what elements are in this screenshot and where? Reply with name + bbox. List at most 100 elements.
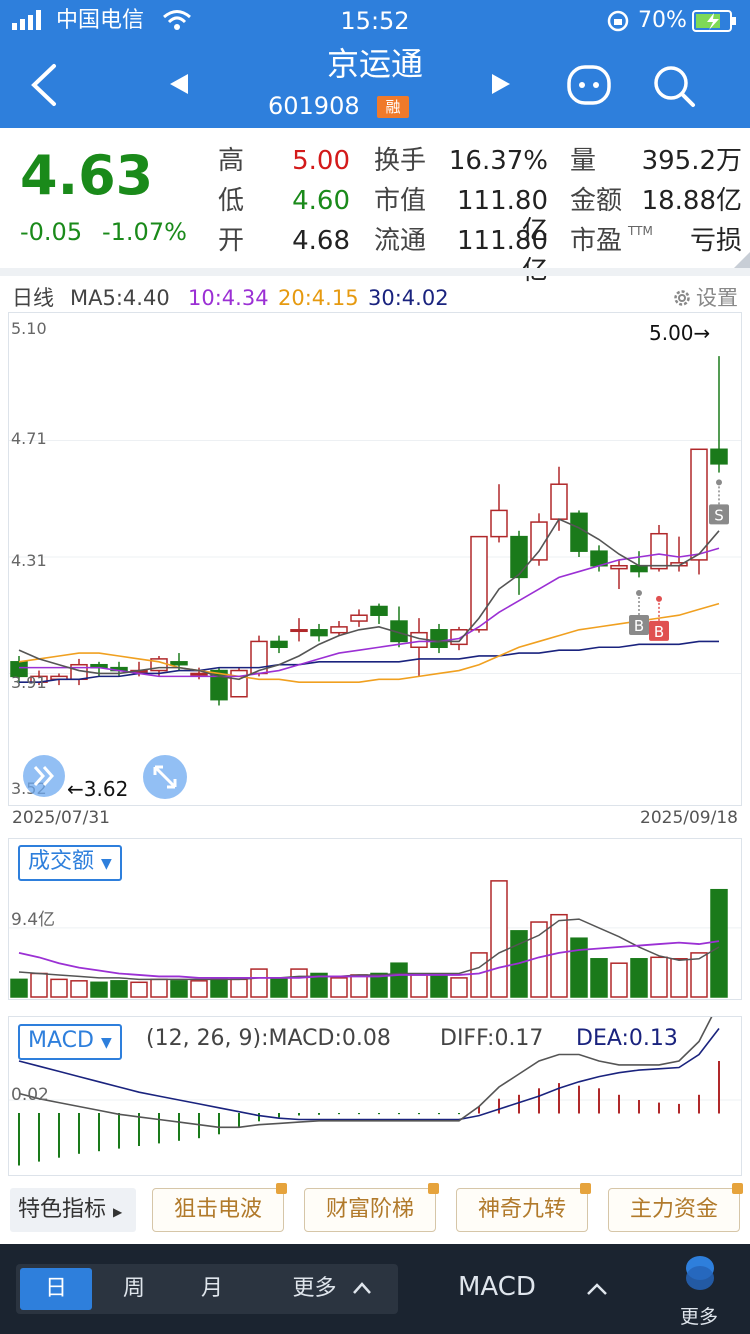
candle-body: [170, 661, 188, 666]
volume-selector[interactable]: 成交额 ▼: [18, 845, 122, 881]
candle-body: [510, 535, 528, 579]
app-header: 中国电信 15:52 70% 京运通 601908 融: [0, 0, 750, 128]
stock-name: 京运通: [326, 45, 423, 83]
battery-icon: [692, 10, 736, 32]
ma30-label: 30:4.02: [368, 286, 449, 310]
volume-bar: [570, 937, 588, 998]
more-label: 更多: [680, 1306, 719, 1328]
double-chevron-right-icon: [33, 766, 55, 786]
volume-bar: [250, 968, 268, 998]
start-date: 2025/07/31: [12, 808, 110, 828]
feature-indicators-button[interactable]: 特色指标 ▶: [10, 1188, 136, 1232]
indicator-button[interactable]: 主力资金: [608, 1183, 743, 1232]
high-price-marker: 5.00→: [649, 321, 711, 345]
volume-bar: [290, 968, 308, 998]
float-value: 111.80亿: [457, 226, 548, 286]
fullscreen-button[interactable]: [143, 755, 187, 799]
volume-bar: [390, 962, 408, 998]
candle-body: [710, 448, 728, 465]
candle-body: [350, 614, 368, 622]
volume-selector-label: 成交额: [28, 849, 95, 874]
price-axis-tick: 4.71: [11, 429, 47, 448]
candle-body: [310, 629, 328, 637]
candle-body: [230, 669, 248, 698]
lock-icon: [276, 1183, 287, 1194]
lock-icon: [428, 1183, 439, 1194]
expand-left-button[interactable]: [23, 755, 65, 797]
kline-panel[interactable]: SBB 5.10 4.71 4.31 3.91 3.52 5.00→ ←3.62: [8, 312, 742, 806]
rotation-lock-icon: [607, 10, 629, 32]
price-axis-tick: 4.31: [11, 551, 47, 570]
caret-down-icon: ▼: [101, 856, 112, 872]
candle-body: [650, 532, 668, 570]
s-marker-dot: [716, 479, 722, 486]
indicator-button[interactable]: 财富阶梯: [304, 1183, 439, 1232]
corner-fold-icon: [734, 252, 750, 268]
volume-bar: [630, 958, 648, 998]
amount-label: 金额: [570, 186, 623, 216]
volume-label: 量: [570, 146, 597, 176]
volume-bar: [450, 977, 468, 998]
macd-diff: DIFF:0.17: [440, 1026, 544, 1051]
period-month-tab[interactable]: 月: [176, 1268, 248, 1310]
candle-body: [610, 564, 628, 570]
candle-body: [270, 640, 288, 649]
period-more-tab[interactable]: 更多: [272, 1268, 392, 1310]
indicator-label: 狙击电波: [173, 1197, 262, 1222]
candle-body: [550, 483, 568, 520]
period-week-tab[interactable]: 周: [98, 1268, 170, 1310]
volume-bar: [190, 980, 208, 998]
volume-bar: [210, 978, 228, 998]
indicator-label: 神奇九转: [477, 1197, 566, 1222]
macd-dea: DEA:0.13: [576, 1026, 678, 1051]
search-icon[interactable]: [650, 62, 698, 110]
candle-body: [630, 564, 648, 573]
volume-bar: [150, 978, 168, 998]
period-day-tab[interactable]: 日: [20, 1268, 92, 1310]
lock-icon: [580, 1183, 591, 1194]
pe-value: 亏损: [689, 226, 742, 256]
high-label: 高: [218, 146, 245, 176]
volume-bar: [350, 974, 368, 998]
indicator-row: 特色指标 ▶ 狙击电波 财富阶梯 神奇九转 主力资金: [0, 1182, 750, 1244]
period-label: 日线: [12, 286, 54, 310]
ma5-label: MA5:4.40: [70, 286, 170, 310]
quote-panel: 4.63 -0.05 -1.07% 高 5.00 低 4.60 开 4.68 换…: [0, 128, 750, 286]
volume-bar: [590, 958, 608, 998]
assistant-icon[interactable]: [566, 62, 612, 108]
candle-body: [370, 605, 388, 616]
volume-value: 395.2万: [641, 146, 742, 176]
end-date: 2025/09/18: [640, 808, 738, 828]
settings-label: 设置: [696, 286, 738, 310]
lock-icon: [732, 1183, 743, 1194]
candle-body: [290, 629, 308, 633]
volume-bar: [170, 980, 188, 998]
indicator-button[interactable]: 狙击电波: [152, 1183, 287, 1232]
indicator-label: 主力资金: [629, 1197, 718, 1222]
volume-bar: [470, 952, 488, 998]
low-label: 低: [218, 186, 245, 216]
macd-selector[interactable]: MACD ▼: [18, 1024, 122, 1060]
indicator-button[interactable]: 神奇九转: [456, 1183, 591, 1232]
s-marker-label: S: [714, 506, 724, 524]
more-menu-button[interactable]: 更多: [664, 1252, 736, 1332]
volume-bar: [490, 880, 508, 998]
candle-body: [490, 509, 508, 538]
volume-bar: [110, 980, 128, 998]
macd-params: (12, 26, 9):MACD:0.08: [146, 1026, 391, 1051]
ma30-line: [19, 640, 719, 683]
volume-bar: [30, 972, 48, 998]
ma20-label: 20:4.15: [278, 286, 359, 310]
feature-indicators-label: 特色指标: [18, 1197, 107, 1222]
indicator-switch[interactable]: MACD: [420, 1264, 620, 1314]
battery-percent: 70%: [638, 8, 687, 33]
volume-bar: [270, 977, 288, 998]
next-stock-icon[interactable]: [490, 72, 512, 96]
expand-icon: [153, 765, 177, 789]
volume-bar: [650, 956, 668, 998]
indicator-label: 财富阶梯: [325, 1197, 414, 1222]
open-label: 开: [218, 226, 245, 256]
amount-value: 18.88亿: [641, 186, 742, 216]
period-switch: 日 周 月 更多: [16, 1264, 398, 1314]
ma10-label: 10:4.34: [188, 286, 269, 310]
